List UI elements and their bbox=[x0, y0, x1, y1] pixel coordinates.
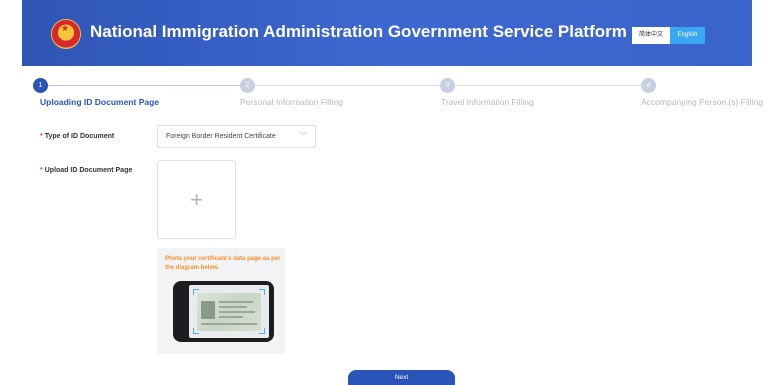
step-connector bbox=[254, 85, 440, 86]
next-button[interactable]: Next bbox=[348, 370, 455, 385]
id-card-sample-image bbox=[197, 293, 261, 331]
step-1-label: Uploading ID Document Page bbox=[40, 97, 160, 107]
step-3-label: Travel Information Filling bbox=[441, 97, 534, 107]
doc-type-select[interactable]: Foreign Border Resident Certificate ﹀ bbox=[157, 125, 316, 148]
plus-icon: + bbox=[190, 187, 203, 212]
step-connector bbox=[48, 85, 240, 86]
frame-corner-icon bbox=[193, 328, 199, 334]
upload-label: * Upload ID Document Page bbox=[40, 167, 133, 174]
step-2-label: Personal Information Filling bbox=[240, 97, 343, 107]
photo-hint-panel: Photo your certificate's data page as pe… bbox=[157, 248, 285, 354]
doc-type-value: Foreign Border Resident Certificate bbox=[166, 133, 276, 140]
frame-corner-icon bbox=[193, 289, 199, 295]
step-1-indicator: 1 bbox=[33, 78, 48, 93]
photo-hint-text: Photo your certificate's data page as pe… bbox=[165, 256, 281, 271]
step-4-indicator: 4 bbox=[641, 78, 656, 93]
lang-english-button[interactable]: English bbox=[670, 27, 705, 44]
step-4-label: Accompanying Person (s) Filling bbox=[641, 97, 763, 107]
national-emblem-icon: ★ bbox=[52, 20, 80, 48]
required-mark: * bbox=[40, 133, 43, 140]
required-mark: * bbox=[40, 167, 43, 174]
frame-corner-icon bbox=[259, 289, 265, 295]
chevron-down-icon: ﹀ bbox=[300, 133, 307, 140]
step-connector bbox=[454, 85, 641, 86]
id-photo bbox=[201, 301, 215, 319]
lang-chinese-button[interactable]: 简体中文 bbox=[632, 27, 670, 44]
progress-steps: 1 2 3 4 Uploading ID Document Page Perso… bbox=[0, 78, 772, 108]
frame-corner-icon bbox=[259, 328, 265, 334]
upload-id-page-button[interactable]: + bbox=[157, 160, 236, 239]
doc-type-label: * Type of ID Document bbox=[40, 133, 115, 140]
phone-screen bbox=[189, 285, 269, 338]
site-header: ★ National Immigration Administration Go… bbox=[22, 0, 752, 66]
step-3-indicator: 3 bbox=[440, 78, 455, 93]
site-title: National Immigration Administration Gove… bbox=[90, 22, 627, 41]
phone-diagram-image bbox=[173, 281, 274, 342]
step-2-indicator: 2 bbox=[240, 78, 255, 93]
language-switch: 简体中文 English bbox=[632, 27, 705, 44]
